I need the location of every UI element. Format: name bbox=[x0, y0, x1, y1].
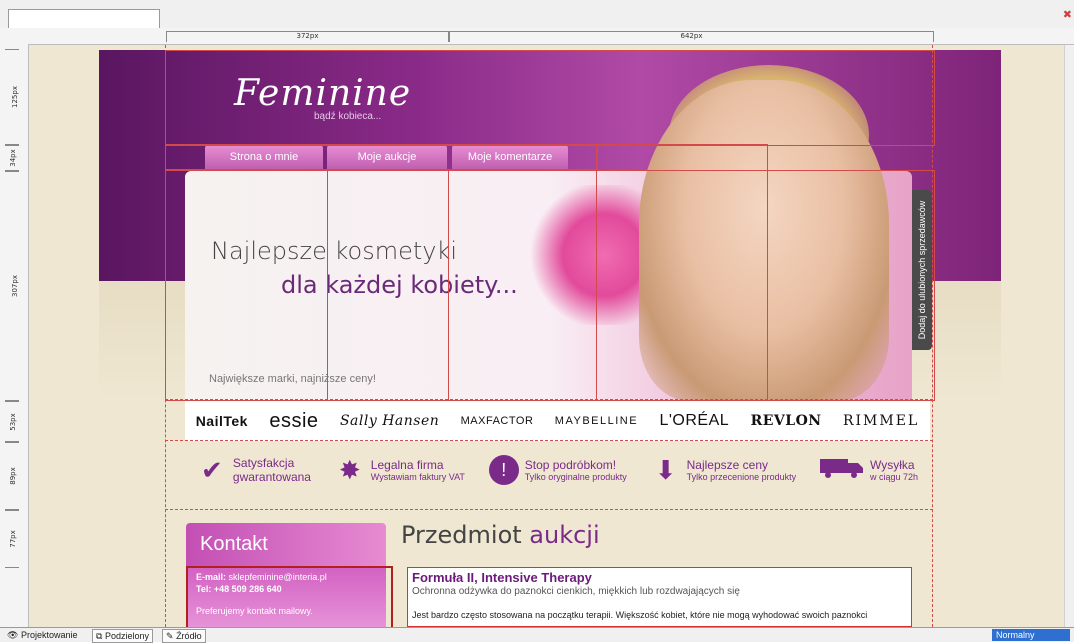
product-box[interactable]: Formuła II, Intensive Therapy Ochronna o… bbox=[407, 567, 912, 627]
ruler-segment: 642px bbox=[449, 31, 934, 42]
eye-icon: 👁 bbox=[7, 630, 19, 640]
guide-line bbox=[165, 440, 933, 441]
vertical-scrollbar[interactable] bbox=[1064, 45, 1074, 627]
brand-logo: L'ORÉAL bbox=[659, 412, 730, 429]
checkmark-icon: ✔ bbox=[201, 455, 223, 485]
code-icon: ✎ bbox=[166, 631, 174, 641]
brand-logo: MAXFACTOR bbox=[460, 415, 534, 427]
brand-logo: REVLON bbox=[750, 413, 822, 429]
feature-item: ⬇ Najlepsze ceny Tylko przecenione produk… bbox=[651, 455, 796, 485]
brand-logo: essie bbox=[269, 409, 319, 432]
split-icon: ⧉ bbox=[96, 631, 103, 641]
brand-logo: MAYBELLINE bbox=[554, 415, 639, 427]
truck-icon bbox=[820, 455, 864, 485]
section-title: Przedmiot aukcji bbox=[401, 521, 600, 549]
ruler-segment: 372px bbox=[166, 31, 449, 42]
ruler-segment: 34px bbox=[5, 145, 19, 171]
guide-box bbox=[327, 170, 449, 401]
ruler-segment: 125px bbox=[5, 49, 19, 145]
ruler-segment: 307px bbox=[5, 171, 19, 401]
guide-box bbox=[165, 170, 935, 401]
vertical-ruler: 125px 34px 307px 53px 89px 77px bbox=[0, 44, 29, 627]
down-arrow-icon: ⬇ bbox=[654, 455, 677, 485]
exclamation-icon: ! bbox=[488, 455, 519, 485]
zoom-mode-select[interactable]: Normalny bbox=[992, 629, 1070, 641]
horizontal-ruler: 372px 642px bbox=[0, 28, 1074, 45]
product-subtitle: Ochronna odżywka do paznokci cienkich, m… bbox=[412, 586, 740, 597]
feature-item: Wysyłka w ciągu 72h bbox=[820, 455, 918, 485]
design-canvas[interactable]: Feminine bądź kobieca... Strona o mnie M… bbox=[29, 45, 1074, 627]
ruler-segment: 89px bbox=[5, 442, 19, 510]
brand-logo: NailTek bbox=[195, 413, 248, 429]
brand-logo: RIMMEL bbox=[842, 413, 920, 429]
brand-logo: Sally Hansen bbox=[339, 413, 440, 429]
product-title: Formuła II, Intensive Therapy bbox=[412, 570, 592, 585]
feature-item: ✸ Legalna firma Wystawiam faktury VAT bbox=[335, 455, 465, 485]
view-switcher-bar: 👁 Projektowanie ⧉ Podzielony ✎ Źródło No… bbox=[0, 627, 1074, 643]
guide-line bbox=[165, 509, 933, 510]
guide-box bbox=[165, 144, 598, 170]
ruler-segment: 53px bbox=[5, 401, 19, 442]
features-bar: ✔ Satysfakcja gwarantowana ✸ Legalna firm… bbox=[185, 445, 930, 495]
product-description: Jest bardzo często stosowana na początku… bbox=[412, 610, 868, 620]
guide-box bbox=[165, 50, 935, 146]
guide-box bbox=[596, 144, 768, 401]
contact-heading: Kontakt bbox=[186, 523, 386, 566]
guide-box bbox=[186, 566, 393, 627]
document-tab[interactable] bbox=[8, 9, 160, 30]
star-burst-icon: ✸ bbox=[338, 455, 361, 485]
close-icon[interactable]: ✖ bbox=[1063, 8, 1072, 21]
editor-tab-strip: ✖ bbox=[0, 0, 1074, 30]
ruler-segment: 77px bbox=[5, 510, 19, 568]
brand-strip: NailTek essie Sally Hansen MAXFACTOR MAY… bbox=[185, 401, 930, 441]
feature-item: ✔ Satysfakcja gwarantowana bbox=[197, 455, 311, 485]
feature-item: ! Stop podróbkom! Tylko oryginalne produk… bbox=[488, 455, 627, 485]
design-view-button[interactable]: 👁 Projektowanie bbox=[4, 629, 80, 641]
